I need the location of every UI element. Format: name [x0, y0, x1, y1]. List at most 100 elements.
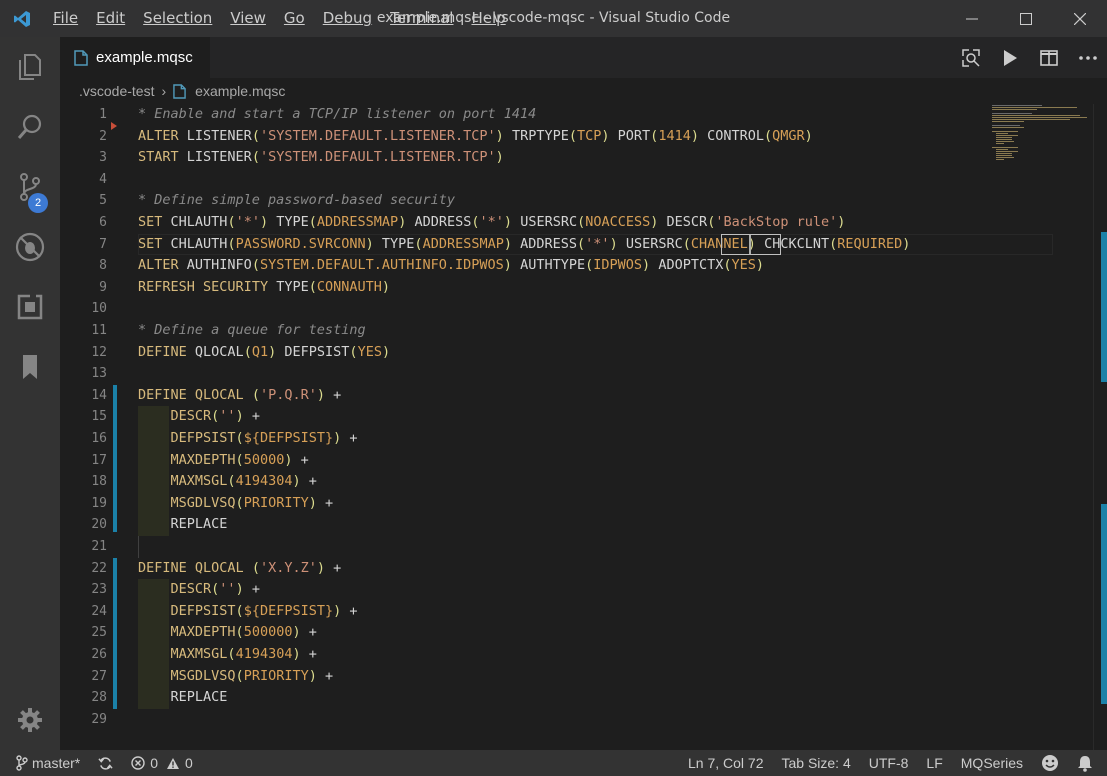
code-line: ALTER AUTHINFO(SYSTEM.DEFAULT.AUTHINFO.I…: [138, 257, 765, 274]
text-cursor: [749, 235, 751, 254]
open-preview-button[interactable]: [951, 37, 990, 78]
status-bar-right: Ln 7, Col 72 Tab Size: 4 UTF-8 LF MQSeri…: [688, 750, 1107, 776]
sync-button[interactable]: [98, 756, 113, 771]
close-icon: [1074, 12, 1086, 25]
bookmarks-button[interactable]: [0, 337, 60, 397]
menu-terminal[interactable]: Terminal: [381, 0, 462, 37]
close-window-button[interactable]: [1053, 0, 1107, 37]
branch-indicator[interactable]: master*: [16, 755, 80, 771]
preview-search-icon: [961, 48, 980, 67]
menu-file[interactable]: File: [44, 0, 87, 37]
maximize-icon: [1020, 12, 1032, 25]
language-mode[interactable]: MQSeries: [961, 755, 1023, 771]
run-button[interactable]: [990, 37, 1029, 78]
minimap-preview-icon: [992, 105, 1087, 160]
search-button[interactable]: [0, 97, 60, 157]
code-line: MAXMSGL(4194304) +: [170, 646, 317, 662]
menu-view[interactable]: View: [221, 0, 275, 37]
line-number: 8: [99, 258, 107, 274]
line-number: 2: [99, 128, 107, 144]
split-editor-icon: [1039, 49, 1058, 66]
explorer-button[interactable]: [0, 37, 60, 97]
tab-size[interactable]: Tab Size: 4: [781, 755, 850, 771]
menu-go[interactable]: Go: [275, 0, 314, 37]
line-number: 14: [91, 387, 107, 403]
status-bar-left: master* 0 0: [0, 755, 211, 771]
line-number: 1: [99, 107, 107, 122]
breadcrumb-file[interactable]: example.mqsc: [195, 83, 285, 99]
bell-icon: [1078, 755, 1092, 772]
line-number: 13: [91, 366, 107, 382]
minimap[interactable]: [990, 104, 1095, 164]
code-line: MAXMSGL(4194304) +: [170, 473, 317, 490]
line-number: 27: [91, 668, 107, 684]
line-number: 24: [91, 603, 107, 619]
tab-example-mqsc[interactable]: example.mqsc: [60, 37, 210, 78]
code-line: MAXDEPTH(500000) +: [170, 624, 317, 641]
editor-actions: [951, 37, 1107, 78]
line-number: 4: [99, 171, 107, 187]
vertical-scrollbar[interactable]: [1093, 104, 1107, 750]
modified-lines-indicator: [113, 558, 117, 709]
line-number: 28: [91, 690, 107, 706]
breadcrumb-folder[interactable]: .vscode-test: [79, 83, 154, 99]
extensions-button[interactable]: [0, 277, 60, 337]
line-number: 6: [99, 215, 107, 230]
sync-icon: [98, 756, 113, 770]
search-icon: [17, 114, 42, 139]
minimize-button[interactable]: [945, 0, 999, 37]
line-number: 18: [91, 474, 107, 490]
code-line: MSGDLVSQ(PRIORITY) +: [170, 667, 334, 684]
extensions-icon: [17, 294, 43, 320]
code-line: DEFINE QLOCAL ('X.Y.Z') +: [138, 559, 342, 576]
error-icon: [131, 756, 145, 770]
line-number: 29: [91, 711, 107, 727]
code-line: * Define simple password-based security: [138, 192, 455, 209]
branch-name: master*: [32, 755, 81, 771]
problems-indicator[interactable]: 0 0: [131, 755, 193, 771]
end-of-line[interactable]: LF: [926, 755, 942, 771]
line-number: 15: [91, 409, 107, 425]
menu-debug[interactable]: Debug: [314, 0, 381, 37]
menu-edit[interactable]: Edit: [87, 0, 134, 37]
tab-label: example.mqsc: [96, 49, 193, 66]
line-number: 5: [99, 193, 107, 209]
diff-deleted-marker-icon: [111, 122, 117, 130]
maximize-button[interactable]: [999, 0, 1053, 37]
code-line: DEFINE QLOCAL(Q1) DEFPSIST(YES): [138, 343, 391, 360]
code-editor[interactable]: 1 2 3 4 5 6 7 8 9 10 11 12 13 14 15 16 17 18 19 20 21 22 23 24 2…: [60, 104, 1107, 750]
notifications-button[interactable]: [1077, 755, 1093, 772]
menu-selection[interactable]: Selection: [134, 0, 221, 37]
debug-icon: [15, 232, 45, 262]
code-line: START LISTENER('SYSTEM.DEFAULT.LISTENER.…: [138, 149, 504, 166]
warning-count: 0: [185, 755, 193, 771]
code-line: SET CHLAUTH(PASSWORD.SVRCONN) TYPE(ADDRE…: [138, 235, 911, 252]
debug-button[interactable]: [0, 217, 60, 277]
status-bar: master* 0 0 Ln 7, Col 72 Tab Size: 4 UTF…: [0, 750, 1107, 776]
file-icon: [173, 83, 186, 99]
feedback-button[interactable]: [1041, 754, 1059, 772]
code-line: DESCR('') +: [170, 408, 260, 425]
menu-bar: File Edit Selection View Go Debug Termin…: [44, 0, 515, 37]
line-number: 19: [91, 495, 107, 511]
line-number: 16: [91, 431, 107, 446]
cursor-position[interactable]: Ln 7, Col 72: [688, 755, 764, 771]
title-bar: File Edit Selection View Go Debug Termin…: [0, 0, 1107, 37]
git-branch-icon: [16, 755, 28, 771]
settings-button[interactable]: [0, 690, 60, 750]
encoding[interactable]: UTF-8: [869, 755, 909, 771]
source-control-button[interactable]: 2: [0, 157, 60, 217]
line-number: 12: [91, 344, 107, 360]
split-editor-button[interactable]: [1029, 37, 1068, 78]
vscode-logo-icon: [0, 0, 44, 37]
code-line: MSGDLVSQ(PRIORITY) +: [170, 494, 334, 511]
menu-help[interactable]: Help: [462, 0, 514, 37]
code-line: REPLACE: [170, 516, 228, 533]
more-actions-button[interactable]: [1068, 37, 1107, 78]
line-number: 11: [91, 323, 107, 338]
line-number: 20: [91, 517, 107, 533]
minimize-icon: [966, 18, 978, 19]
code-line: SET CHLAUTH('*') TYPE(ADDRESSMAP) ADDRES…: [138, 214, 846, 230]
line-number: 23: [91, 582, 107, 598]
line-number: 17: [91, 452, 107, 468]
